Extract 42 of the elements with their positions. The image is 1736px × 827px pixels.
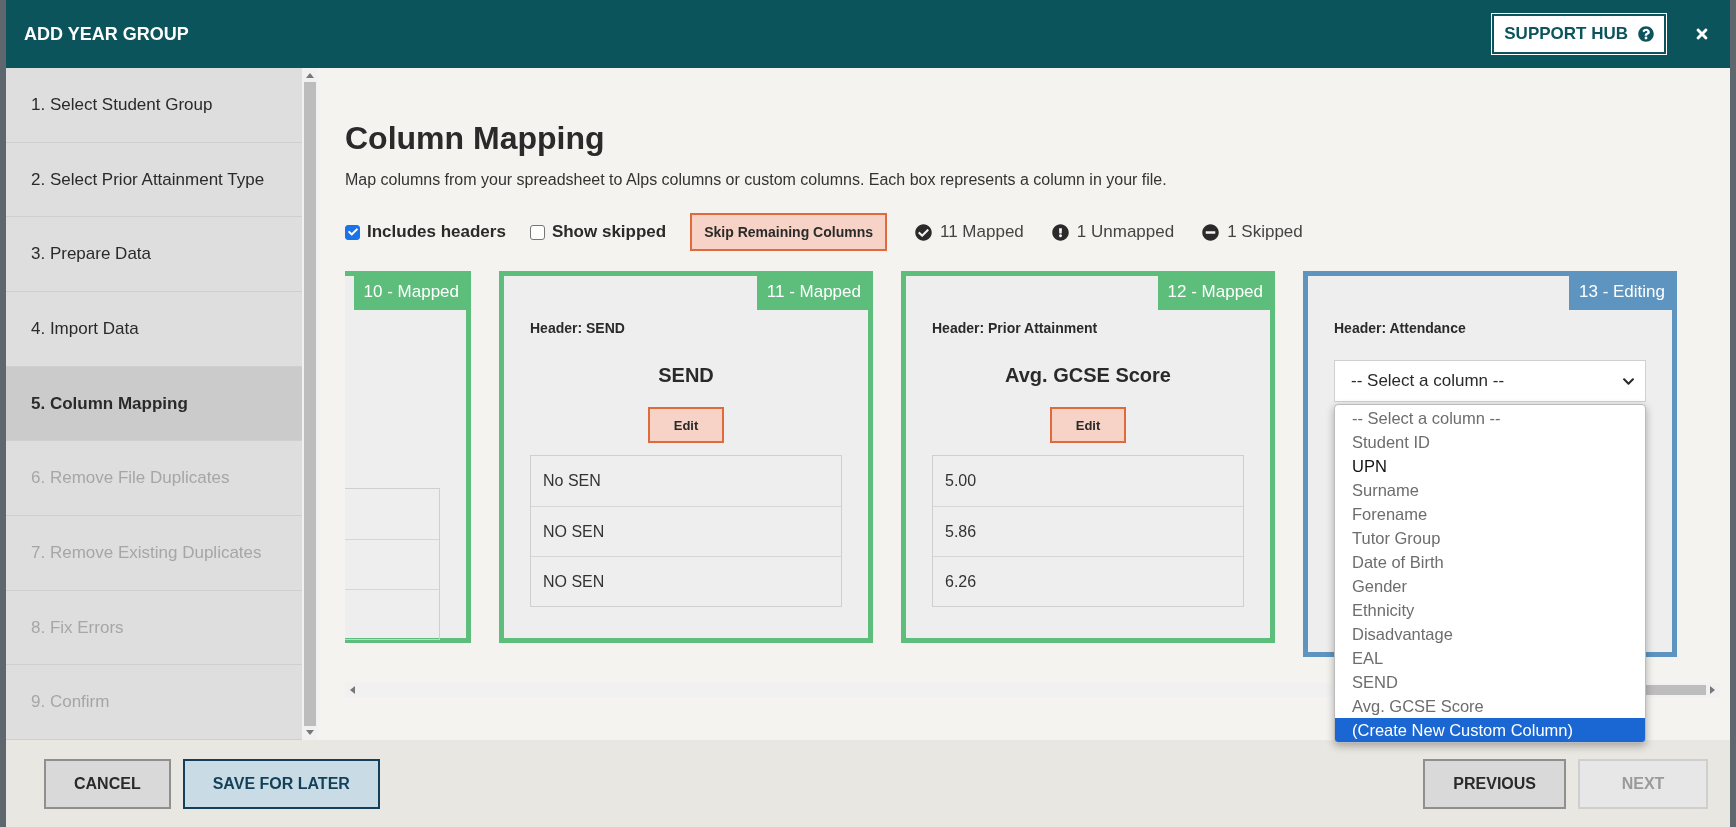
column-select[interactable]: -- Select a column --	[1334, 360, 1646, 402]
mapped-column-name: SEND	[657, 364, 715, 387]
dropdown-option[interactable]: UPN	[1335, 454, 1645, 478]
edit-button[interactable]: Edit	[1050, 407, 1126, 443]
status-badge: 12 - Mapped	[1157, 275, 1271, 310]
page-title: Column Mapping	[345, 120, 606, 157]
count-label: 1 Unmapped	[1076, 222, 1175, 242]
card-header-label: Header: Attendance	[1334, 320, 1467, 336]
page-description: Map columns from your spreadsheet to Alps columns or custom columns. Each box represents a column in your file.	[345, 171, 1168, 189]
sample-cell: NO SEN	[531, 506, 841, 556]
mapped-column-name: Avg. GCSE Score	[1004, 364, 1172, 387]
status-badge: 13 - Editing	[1569, 275, 1673, 310]
nav-button[interactable]: PREVIOUS	[1423, 758, 1566, 809]
sample-cell-text: 5.00	[944, 471, 978, 491]
card-header-label: Header: SEND	[530, 320, 626, 336]
checkbox-box[interactable]	[529, 224, 545, 240]
checkbox-label: Show skipped	[551, 222, 667, 242]
checkbox-box[interactable]	[345, 224, 360, 240]
checkbox[interactable]: Show skipped	[529, 222, 667, 242]
scroll-right-icon[interactable]	[1710, 686, 1716, 694]
status-badge: 11 - Mapped	[756, 275, 869, 310]
sample-cell: NO SEN	[531, 556, 841, 606]
scroll-left-icon[interactable]	[349, 686, 355, 694]
sample-cell: 5.86	[933, 506, 1243, 556]
status-badge: 10 - Mapped	[353, 275, 467, 310]
count-label: 11 Mapped	[940, 222, 1024, 242]
help-icon	[1638, 26, 1654, 42]
count-label: 1 Skipped	[1227, 222, 1303, 242]
sample-cell: 6.26	[933, 556, 1243, 606]
close-icon	[1694, 26, 1710, 42]
dropdown-option[interactable]: (Create New Custom Column)	[1335, 718, 1645, 742]
card-header-label: Header: Prior Attainment	[932, 320, 1099, 336]
edit-button[interactable]: Edit	[648, 407, 724, 443]
support-hub-button[interactable]: SUPPORT HUB	[1492, 14, 1666, 54]
scroll-up-icon[interactable]	[306, 72, 314, 78]
scroll-down-icon[interactable]	[306, 730, 314, 736]
step-item[interactable]: 5. Column Mapping	[6, 366, 302, 442]
sample-cell-text: No SEN	[542, 471, 602, 491]
cancel-button[interactable]: CANCEL	[44, 758, 171, 809]
dialog-title: ADD YEAR GROUP	[24, 23, 190, 45]
skip-remaining-button[interactable]: Skip Remaining Columns	[690, 213, 887, 251]
save-button[interactable]: SAVE FOR LATER	[182, 758, 380, 809]
